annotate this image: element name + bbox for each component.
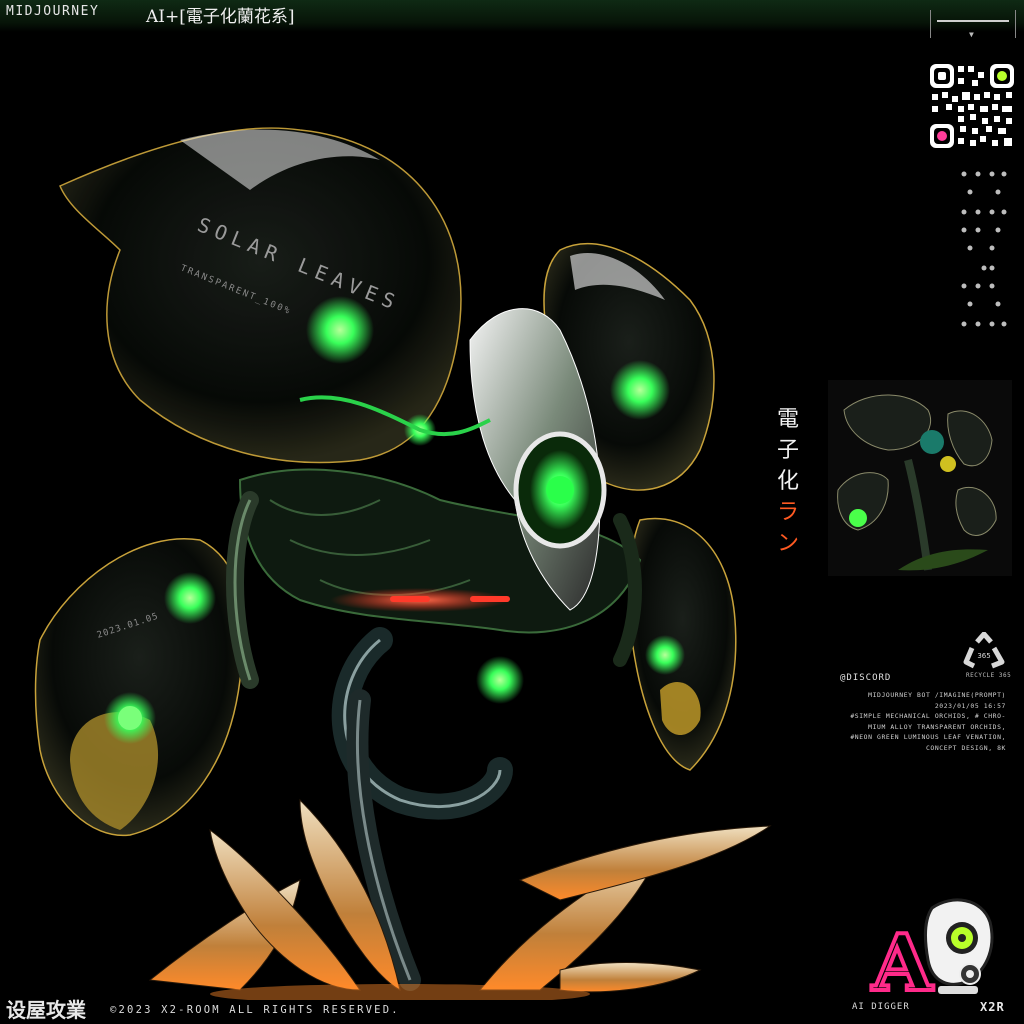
recycle-number: 365	[977, 652, 990, 660]
qr-code-icon	[928, 62, 1016, 150]
brand-label: MIDJOURNEY	[6, 4, 100, 19]
recycle-icon: 365	[963, 632, 1005, 669]
page-title: AI+[電子化蘭花系]	[146, 7, 295, 27]
jp-title-kanji: 電子化	[776, 407, 799, 494]
chevron-down-icon: ▼	[969, 30, 974, 39]
menu-line-icon	[937, 20, 1009, 22]
prompt-line: CONCEPT DESIGN, 8K	[925, 743, 1006, 752]
prompt-line: MIDJOURNEY BOT /IMAGINE(PROMPT)	[868, 691, 1006, 699]
thumbnail-art	[828, 380, 1012, 576]
prompt-line: 2023/01/05 16:57	[934, 701, 1006, 710]
menu-frame-button[interactable]: ▼	[930, 10, 1016, 39]
recycle-label: RECYCLE 365	[966, 672, 1012, 679]
ai-digger-logo: A	[869, 898, 994, 1011]
studio-name: 设屋攻業	[6, 998, 86, 1022]
prompt-line: #NEON GREEN LUMINOUS LEAF VENATION,	[850, 733, 1006, 741]
mechanical-orchid-artwork: SOLAR LEAVES TRANSPARENT_100% 2023.01.05	[34, 127, 772, 1000]
prompt-line: #SIMPLE MECHANICAL ORCHIDS, # CHRO-	[850, 712, 1006, 720]
prompt-line: MIUM ALLOY TRANSPARENT ORCHIDS,	[868, 722, 1006, 731]
discord-label[interactable]: @DISCORD	[840, 673, 891, 683]
jp-vertical-title: 電子化 ラン	[772, 404, 804, 559]
logo-label: AI DIGGER	[852, 1002, 910, 1012]
brand-short: X2R	[980, 1000, 1005, 1014]
artwork-thumbnail[interactable]	[828, 380, 1012, 576]
prompt-text-block: MIDJOURNEY BOT /IMAGINE(PROMPT) 2023/01/…	[796, 690, 1006, 753]
copyright-text: ©2023 X2-ROOM ALL RIGHTS RESERVED.	[110, 1004, 400, 1016]
dot-grid-decoration	[961, 171, 1007, 327]
jp-title-kana: ラン	[776, 500, 799, 556]
